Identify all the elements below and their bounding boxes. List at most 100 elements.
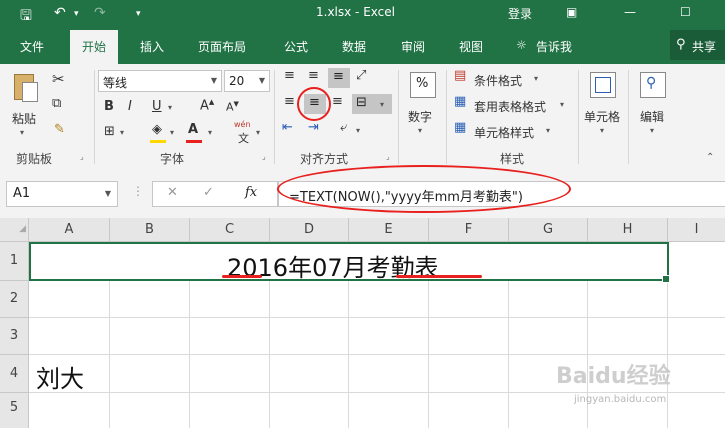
minimize-icon[interactable]: — (624, 5, 636, 19)
column-header-g[interactable]: G (509, 218, 588, 242)
redo-icon[interactable]: ↷ (94, 5, 106, 21)
editing-button[interactable]: 编辑 (640, 108, 664, 125)
cancel-icon[interactable]: ✕ (167, 185, 178, 200)
chevron-down-icon[interactable]: ▾ (534, 74, 538, 83)
paste-dropdown-icon[interactable]: ▾ (20, 128, 24, 137)
share-button[interactable]: ⚲ 共享 (670, 30, 725, 60)
cells-dropdown-icon[interactable]: ▾ (600, 126, 604, 135)
wrap-dropdown-icon[interactable]: ▾ (356, 126, 360, 135)
format-table-icon[interactable]: ▦ (454, 94, 466, 109)
font-color-icon[interactable]: A (188, 122, 198, 137)
row-header-5[interactable]: 5 (0, 393, 29, 428)
chevron-down-icon[interactable]: ▾ (560, 100, 564, 109)
align-bottom-button[interactable]: ≡ (328, 68, 350, 88)
align-left-icon[interactable]: ≡ (284, 94, 295, 109)
column-header-a[interactable]: A (29, 218, 110, 242)
spreadsheet-grid[interactable]: ◢ A B C D E F G H I 1 2 3 4 5 2016年07月考勤… (0, 218, 725, 428)
fill-color-icon[interactable]: ◈ (152, 122, 162, 137)
column-header-c[interactable]: C (190, 218, 270, 242)
phonetic-dropdown-icon[interactable]: ▾ (256, 128, 260, 137)
paste-label[interactable]: 粘贴 (12, 110, 36, 127)
copy-icon[interactable]: ⧉ (52, 96, 61, 111)
font-launcher-icon[interactable]: ⌟ (262, 152, 266, 161)
tab-data[interactable]: 数据 (342, 38, 366, 55)
conditional-format-icon[interactable]: ▤ (454, 68, 466, 83)
tab-insert[interactable]: 插入 (140, 38, 164, 55)
enter-icon[interactable]: ✓ (203, 185, 214, 200)
row-header-3[interactable]: 3 (0, 318, 29, 355)
number-dropdown-icon[interactable]: ▾ (418, 126, 422, 135)
decrease-font-icon[interactable]: A▼ (226, 100, 239, 114)
column-header-b[interactable]: B (110, 218, 190, 242)
collapse-ribbon-icon[interactable]: ⌃ (706, 152, 714, 163)
format-painter-icon[interactable]: ✎ (54, 122, 65, 137)
ribbon-display-icon[interactable]: ▣ (566, 5, 577, 19)
undo-icon[interactable]: ↶ (54, 5, 66, 21)
italic-button[interactable]: I (128, 99, 132, 114)
row-header-2[interactable]: 2 (0, 281, 29, 318)
increase-indent-icon[interactable]: ⇥ (308, 120, 319, 135)
login-link[interactable]: 登录 (508, 5, 532, 22)
name-box[interactable]: A1 ▼ (6, 181, 118, 207)
increase-font-icon[interactable]: A▲ (200, 98, 214, 113)
customize-toolbar-icon[interactable]: ▾ (136, 9, 141, 19)
font-size-select[interactable]: 20 ▼ (224, 70, 270, 92)
column-header-f[interactable]: F (429, 218, 509, 242)
cut-icon[interactable]: ✂ (52, 70, 65, 88)
fill-color-dropdown-icon[interactable]: ▾ (170, 128, 174, 137)
row-header-4[interactable]: 4 (0, 355, 29, 393)
number-format-label[interactable]: 数字 (408, 108, 432, 125)
separator (628, 70, 629, 164)
number-format-button[interactable]: % (410, 72, 436, 98)
phonetic-guide-icon[interactable]: wén (234, 120, 251, 129)
decrease-indent-icon[interactable]: ⇤ (282, 120, 293, 135)
find-icon[interactable]: ⚲ (640, 72, 666, 98)
paste-icon[interactable] (10, 70, 40, 106)
align-top-icon[interactable]: ≡ (284, 68, 295, 83)
cell-styles-icon[interactable]: ▦ (454, 120, 466, 135)
selected-merged-cell-a1[interactable]: 2016年07月考勤表 (29, 242, 669, 282)
formula-bar-resize-icon[interactable]: ⋮ (132, 184, 144, 198)
underline-button[interactable]: U (152, 99, 162, 114)
editing-dropdown-icon[interactable]: ▾ (650, 126, 654, 135)
tell-me-box[interactable]: 告诉我 (536, 38, 572, 55)
cell-styles-button[interactable]: 单元格样式 (474, 124, 534, 141)
font-color-dropdown-icon[interactable]: ▾ (208, 128, 212, 137)
cell-a4[interactable]: 刘大 (36, 359, 84, 394)
merge-center-button[interactable]: ⊟ ▾ (352, 94, 392, 114)
column-header-i[interactable]: I (668, 218, 725, 242)
bold-button[interactable]: B (104, 99, 114, 114)
underline-dropdown-icon[interactable]: ▾ (168, 103, 172, 112)
column-header-h[interactable]: H (588, 218, 668, 242)
orientation-icon[interactable]: ⤢ (356, 68, 366, 83)
tab-page-layout[interactable]: 页面布局 (198, 38, 246, 55)
restore-icon[interactable]: ☐ (680, 5, 691, 19)
fill-handle[interactable] (662, 275, 670, 283)
tab-review[interactable]: 审阅 (401, 38, 425, 55)
borders-dropdown-icon[interactable]: ▾ (120, 128, 124, 137)
undo-dropdown-icon[interactable]: ▾ (74, 9, 79, 19)
cells-icon[interactable] (590, 72, 616, 98)
format-as-table-button[interactable]: 套用表格格式 (474, 98, 546, 115)
conditional-format-button[interactable]: 条件格式 (474, 72, 522, 89)
tab-formulas[interactable]: 公式 (284, 38, 308, 55)
wrap-text-icon[interactable]: ⤶ (340, 120, 347, 135)
chevron-down-icon[interactable]: ▾ (546, 126, 550, 135)
tab-file[interactable]: 文件 (20, 38, 44, 55)
borders-icon[interactable]: ⊞ (104, 124, 115, 139)
clipboard-launcher-icon[interactable]: ⌟ (80, 152, 84, 161)
alignment-launcher-icon[interactable]: ⌟ (386, 152, 390, 161)
align-right-icon[interactable]: ≡ (332, 94, 343, 109)
row-header-1[interactable]: 1 (0, 242, 29, 281)
cells-button[interactable]: 单元格 (584, 108, 620, 125)
magnifier-icon: ⚲ (646, 75, 657, 91)
tab-view[interactable]: 视图 (459, 38, 483, 55)
column-header-e[interactable]: E (349, 218, 429, 242)
font-name-select[interactable]: 等线 ▼ (98, 70, 222, 92)
insert-function-icon[interactable]: fx (245, 185, 257, 200)
phonetic-char-icon[interactable]: 文 (238, 130, 249, 146)
select-all-corner[interactable]: ◢ (0, 218, 29, 242)
tab-home[interactable]: 开始 (70, 30, 119, 64)
align-middle-icon[interactable]: ≡ (308, 68, 319, 83)
column-header-d[interactable]: D (270, 218, 349, 242)
